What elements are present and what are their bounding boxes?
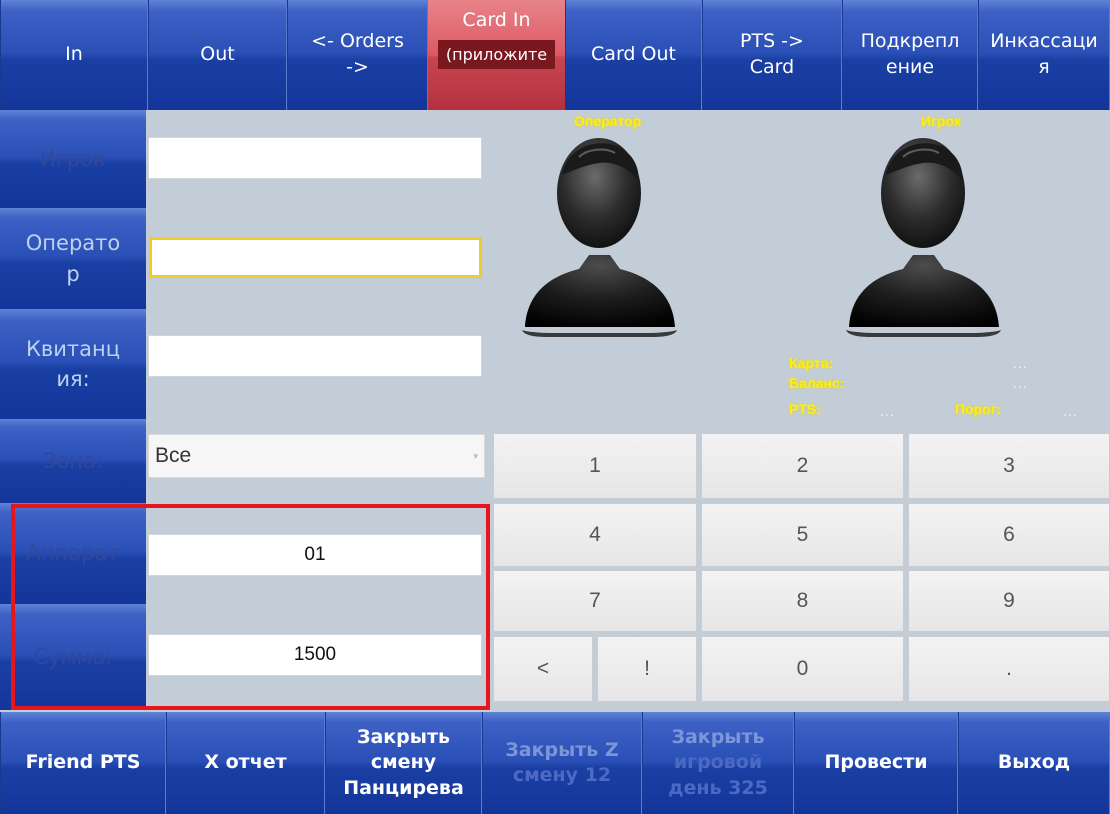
close-z-shift-line2: смену 12 <box>512 764 612 786</box>
key-2[interactable]: 2 <box>701 433 904 499</box>
receipt-field[interactable] <box>148 335 482 377</box>
top-nav: In Out <- Orders -> Card In (приложите C… <box>0 0 1110 110</box>
zone-select-value: Все <box>155 444 192 467</box>
card-value: ... <box>1013 355 1028 371</box>
tab-reinforcement-label: Подкрепл ение <box>860 30 960 78</box>
pts-label: PTS: <box>789 401 821 417</box>
player-label: Игрок <box>0 110 146 208</box>
close-z-shift-button[interactable]: Закрыть Z смену 12 <box>482 712 642 814</box>
close-game-day-line2: игровой <box>673 751 763 774</box>
machine-label: Аппарат <box>0 503 146 604</box>
close-shift-button[interactable]: Закрыть смену Панцирева <box>325 712 482 814</box>
tab-reinforcement[interactable]: Подкрепл ение <box>842 0 978 110</box>
tab-orders-label: <- Orders -> <box>311 30 404 78</box>
close-game-day-button[interactable]: Закрыть игровой день 325 <box>642 712 794 814</box>
tab-in-label: In <box>65 43 83 66</box>
threshold-value: ... <box>1063 403 1078 419</box>
card-label: Карта: <box>789 355 834 371</box>
close-game-day-line1: Закрыть <box>671 726 765 749</box>
key-7[interactable]: 7 <box>493 570 697 632</box>
key-8[interactable]: 8 <box>701 570 904 632</box>
key-3[interactable]: 3 <box>908 433 1110 499</box>
tab-card-in-sub: (приложите <box>437 39 556 70</box>
amount-field[interactable]: 1500 <box>148 634 482 676</box>
key-0[interactable]: 0 <box>701 636 904 702</box>
tab-collection[interactable]: Инкассаци я <box>978 0 1110 110</box>
pts-value: ... <box>880 403 895 419</box>
operator-label: Операто р <box>0 208 146 309</box>
player-field[interactable] <box>148 137 482 179</box>
friend-pts-button[interactable]: Friend PTS <box>0 712 166 814</box>
zone-label: Зона: <box>0 419 146 503</box>
key-1[interactable]: 1 <box>493 433 697 499</box>
receipt-label: Квитанц ия: <box>0 309 146 419</box>
tab-card-out-label: Card Out <box>591 43 676 66</box>
key-4[interactable]: 4 <box>493 503 697 567</box>
x-report-button[interactable]: X отчет <box>166 712 325 814</box>
tab-card-out[interactable]: Card Out <box>565 0 702 110</box>
key-dot[interactable]: . <box>908 636 1110 702</box>
operator-field[interactable] <box>149 237 482 278</box>
bottom-bar: Friend PTS X отчет Закрыть смену Панцире… <box>0 712 1110 814</box>
tab-in[interactable]: In <box>0 0 148 110</box>
tab-out-label: Out <box>200 43 235 66</box>
key-exclamation[interactable]: ! <box>597 636 697 702</box>
player-avatar-icon <box>846 138 1001 337</box>
dropdown-caret-icon: ▾ <box>473 451 478 461</box>
tab-card-in-label: Card In <box>462 9 531 31</box>
tab-card-in[interactable]: Card In (приложите <box>428 0 565 110</box>
tab-collection-label: Инкассаци я <box>990 30 1098 78</box>
close-z-shift-line1: Закрыть Z <box>505 738 619 761</box>
threshold-label: Порог: <box>955 401 1002 417</box>
balance-label: Баланс: <box>789 375 845 391</box>
amount-label: Сумма: <box>0 604 146 710</box>
key-6[interactable]: 6 <box>908 503 1110 567</box>
key-9[interactable]: 9 <box>908 570 1110 632</box>
tab-pts-card[interactable]: PTS -> Card <box>702 0 842 110</box>
close-game-day-line3: день 325 <box>668 776 768 799</box>
zone-select[interactable]: Все ▾ <box>148 434 485 478</box>
submit-button[interactable]: Провести <box>794 712 958 814</box>
tab-pts-card-label: PTS -> Card <box>740 30 804 78</box>
key-5[interactable]: 5 <box>701 503 904 567</box>
operator-avatar-icon <box>522 138 677 337</box>
tab-orders[interactable]: <- Orders -> <box>287 0 428 110</box>
key-backspace[interactable]: < <box>493 636 593 702</box>
machine-field[interactable]: 01 <box>148 534 482 576</box>
balance-value: ... <box>1013 375 1028 391</box>
tab-out[interactable]: Out <box>148 0 287 110</box>
exit-button[interactable]: Выход <box>958 712 1110 814</box>
